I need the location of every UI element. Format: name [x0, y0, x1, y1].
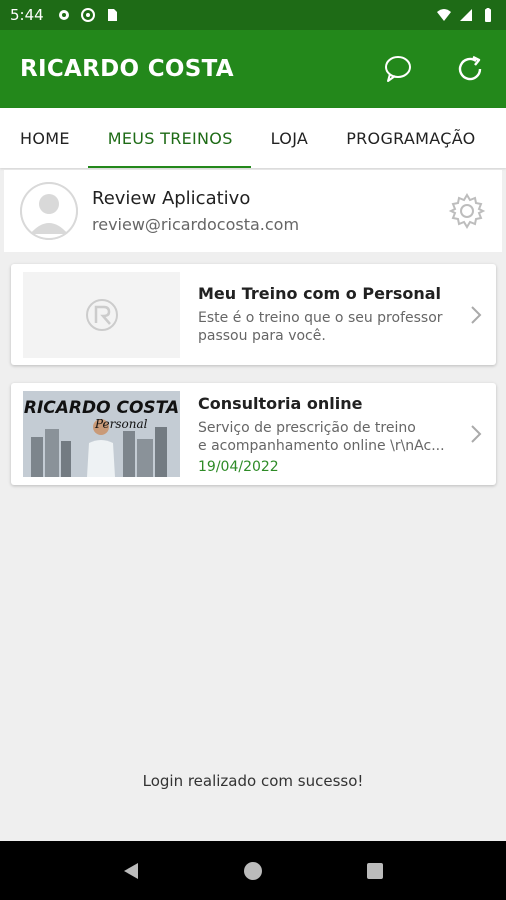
- signal-icon: [460, 9, 472, 21]
- tab-bar: HOME MEUS TREINOS LOJA PROGRAMAÇÃO V: [0, 108, 506, 168]
- card-text: Meu Treino com o Personal Este é o trein…: [198, 284, 458, 345]
- status-right-icons: [436, 7, 496, 23]
- back-icon[interactable]: [120, 860, 142, 882]
- recents-icon[interactable]: [364, 860, 386, 882]
- wifi-icon: [437, 9, 451, 21]
- profile-name: Review Aplicativo: [92, 188, 251, 209]
- profile-info: Review Aplicativo review@ricardocosta.co…: [92, 188, 299, 234]
- card-date: 19/04/2022: [198, 458, 279, 475]
- app-bar-actions: [382, 53, 486, 85]
- status-time: 5:44: [10, 6, 44, 24]
- toast-message: Login realizado com sucesso!: [142, 772, 364, 790]
- tab-loja[interactable]: LOJA: [251, 108, 327, 168]
- card-description: Este é o treino que o seu professor pass…: [198, 309, 458, 345]
- chevron-right-icon: [471, 425, 482, 443]
- brand-logo-icon: [85, 298, 118, 331]
- app-bar: RICARDO COSTA: [0, 30, 506, 108]
- tab-meus-treinos[interactable]: MEUS TREINOS: [87, 108, 251, 168]
- banner-title: RICARDO COSTA: [23, 398, 180, 418]
- gear-icon: [58, 10, 69, 20]
- card-description-line: Serviço de prescrição de treino: [198, 419, 416, 436]
- card-title: Meu Treino com o Personal: [198, 284, 442, 303]
- status-bar: 5:44: [0, 0, 506, 30]
- card-title: Consultoria online: [198, 393, 363, 413]
- tab-home[interactable]: HOME: [0, 108, 88, 168]
- profile-header: Review Aplicativo review@ricardocosta.co…: [4, 170, 502, 252]
- gear-icon[interactable]: [448, 192, 486, 230]
- status-left-icons: [56, 7, 120, 23]
- chat-icon[interactable]: [382, 53, 414, 85]
- card-description-line: e acompanhamento online \r\nAc...: [198, 437, 445, 454]
- card-text: Consultoria online Serviço de prescrição…: [198, 394, 458, 475]
- sd-card-icon: [107, 9, 117, 21]
- profile-email: review@ricardocosta.com: [92, 215, 300, 234]
- app-title: RICARDO COSTA: [20, 56, 234, 82]
- home-icon[interactable]: [242, 860, 264, 882]
- system-nav-bar: [0, 841, 506, 900]
- workout-card-personal[interactable]: Meu Treino com o Personal Este é o trein…: [11, 264, 496, 365]
- workout-card-consultoria[interactable]: RICARDO COSTA Personal Consultoria onlin…: [11, 383, 496, 485]
- tab-programacao[interactable]: PROGRAMAÇÃO: [326, 108, 493, 168]
- banner-subtitle: Personal: [95, 417, 148, 431]
- ricardo-costa-personal-banner: RICARDO COSTA Personal: [23, 391, 180, 477]
- refresh-icon[interactable]: [454, 53, 486, 85]
- logo-placeholder: [23, 271, 180, 358]
- card-description-line: Este é o treino que o seu professor: [198, 310, 443, 326]
- tab-partial[interactable]: V: [494, 108, 506, 168]
- chevron-right-icon: [471, 305, 482, 324]
- card-description-line: passou para você.: [198, 328, 326, 344]
- vpn-icon: [80, 8, 95, 22]
- card-description: Serviço de prescrição de treino e acompa…: [198, 419, 458, 455]
- battery-icon: [485, 8, 491, 22]
- avatar-icon: [20, 182, 78, 240]
